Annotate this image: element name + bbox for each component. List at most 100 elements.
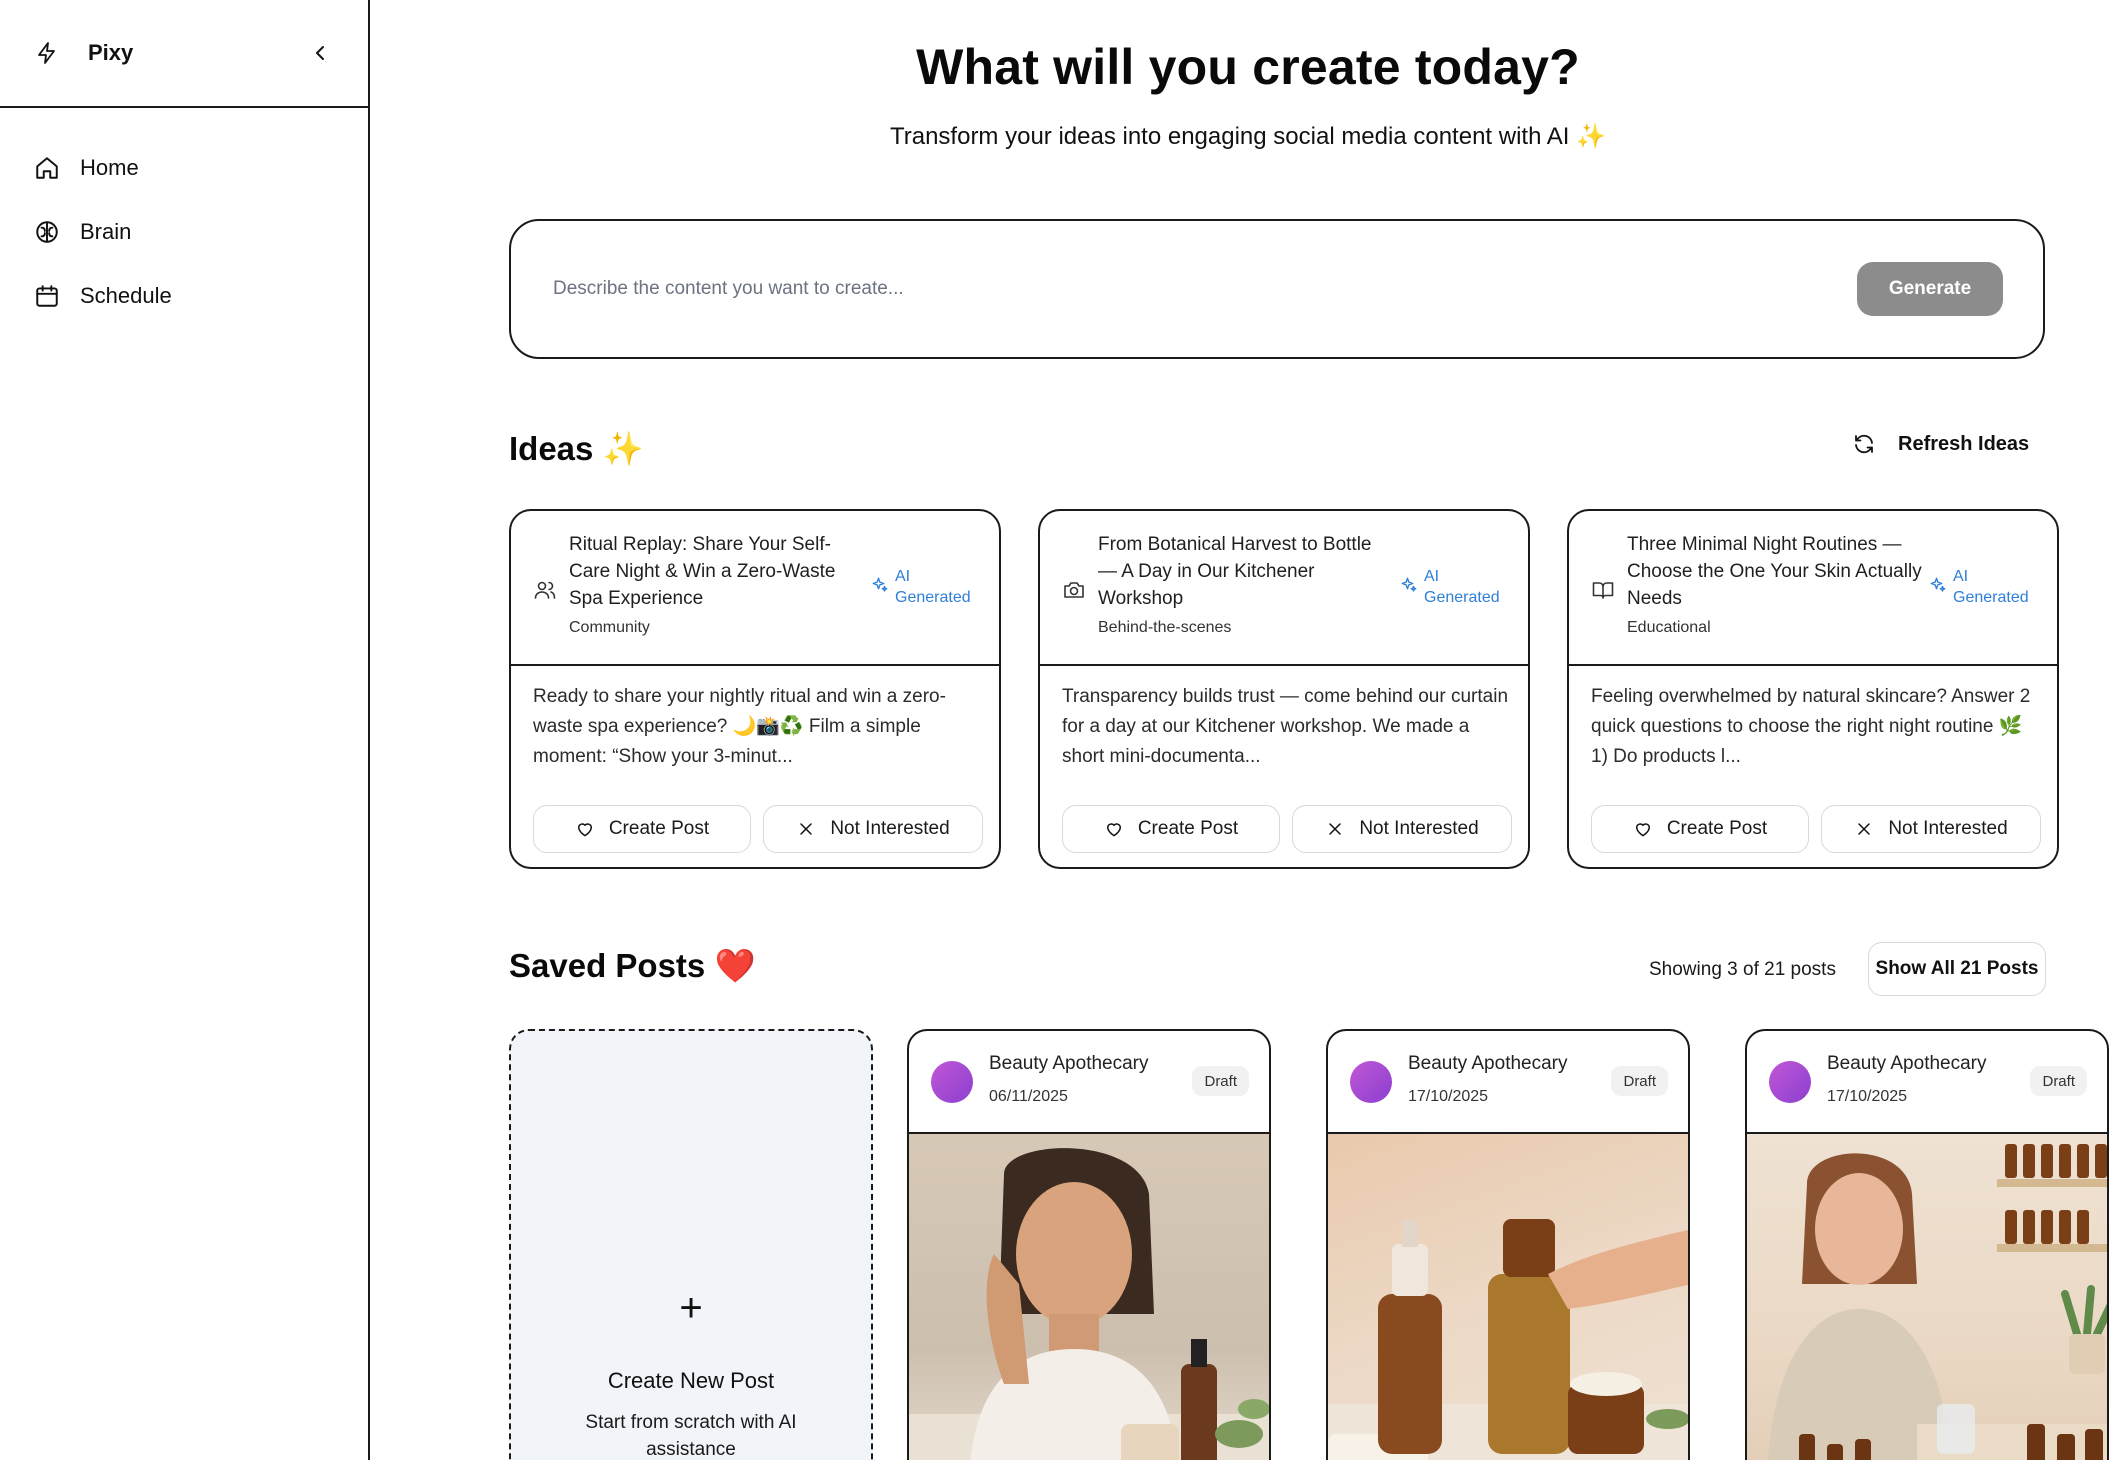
sparkles-icon xyxy=(1930,577,1946,592)
sidebar-item-brain[interactable]: Brain xyxy=(0,200,368,264)
status-badge: Draft xyxy=(2030,1066,2087,1096)
idea-title: Three Minimal Night Routines — Choose th… xyxy=(1627,534,1922,609)
idea-actions: Create Post Not Interested xyxy=(533,805,983,853)
sparkles-icon xyxy=(1401,577,1417,592)
idea-body: Feeling overwhelmed by natural skincare?… xyxy=(1591,686,2031,767)
idea-title: From Botanical Harvest to Bottle — A Day… xyxy=(1098,534,1372,609)
status-badge: Draft xyxy=(1611,1066,1668,1096)
heart-emoji-icon: ❤️ xyxy=(714,947,756,984)
create-post-button[interactable]: Create Post xyxy=(533,805,751,853)
create-new-post-title: Create New Post xyxy=(607,1368,775,1393)
not-interested-button[interactable]: Not Interested xyxy=(1821,805,2041,853)
idea-actions: Create Post Not Interested xyxy=(1062,805,1512,853)
ai-badge-line2: Generated xyxy=(1424,589,1500,606)
posts-count: Showing 3 of 21 posts xyxy=(1649,959,1836,980)
main-content: What will you create today? Transform yo… xyxy=(372,0,2124,1460)
idea-category: Behind-the-scenes xyxy=(1098,619,1232,636)
post-card-header: Beauty Apothecary 17/10/2025 Draft xyxy=(1328,1031,1688,1134)
page-subtitle: Transform your ideas into engaging socia… xyxy=(372,122,2124,151)
idea-card: Ritual Replay: Share Your Self-Care Nigh… xyxy=(509,509,1001,869)
show-all-posts-button[interactable]: Show All 21 Posts xyxy=(1868,942,2046,996)
not-interested-button[interactable]: Not Interested xyxy=(763,805,983,853)
post-card-header: Beauty Apothecary 06/11/2025 Draft xyxy=(909,1031,1269,1134)
sparkle-icon: ✨ xyxy=(1576,123,1607,150)
calendar-icon xyxy=(36,285,58,307)
saved-posts-title: Saved Posts ❤️ xyxy=(509,947,756,986)
sidebar-item-home[interactable]: Home xyxy=(0,136,368,200)
create-post-label: Create Post xyxy=(608,818,710,839)
not-interested-label: Not Interested xyxy=(1888,818,2008,839)
idea-card-header: Ritual Replay: Share Your Self-Care Nigh… xyxy=(511,511,999,666)
post-brand: Beauty Apothecary xyxy=(1408,1053,1568,1074)
idea-card-header: From Botanical Harvest to Bottle — A Day… xyxy=(1040,511,1528,666)
idea-card-header: Three Minimal Night Routines — Choose th… xyxy=(1569,511,2057,666)
create-new-post-subtitle: Start from scratch with AI assistance xyxy=(585,1412,797,1460)
idea-category: Educational xyxy=(1627,619,1711,636)
sidebar-item-label: Schedule xyxy=(80,283,172,308)
idea-title: Ritual Replay: Share Your Self-Care Nigh… xyxy=(569,534,836,609)
avatar xyxy=(1769,1061,1811,1103)
woman-workshop-illustration xyxy=(1768,1144,2107,1460)
post-image xyxy=(1328,1134,1688,1460)
status-badge: Draft xyxy=(1192,1066,1249,1096)
prompt-input[interactable] xyxy=(553,278,1857,300)
idea-card: Three Minimal Night Routines — Choose th… xyxy=(1567,509,2059,869)
post-date: 06/11/2025 xyxy=(989,1088,1068,1105)
refresh-ideas-label: Refresh Ideas xyxy=(1898,432,2030,455)
post-card-header: Beauty Apothecary 17/10/2025 Draft xyxy=(1747,1031,2107,1134)
sidebar-nav: Home Brain Schedule xyxy=(0,108,368,328)
page-title: What will you create today? xyxy=(916,39,1580,95)
sidebar-item-label: Home xyxy=(80,155,139,180)
refresh-ideas-button[interactable]: Refresh Ideas xyxy=(1852,432,2029,456)
sidebar-item-schedule[interactable]: Schedule xyxy=(0,264,368,328)
close-icon xyxy=(1858,823,1871,835)
home-icon xyxy=(36,157,58,179)
lightning-icon xyxy=(34,40,60,66)
close-icon xyxy=(1329,823,1342,835)
collapse-sidebar-button[interactable] xyxy=(300,33,340,73)
post-date: 17/10/2025 xyxy=(1408,1088,1489,1105)
prompt-box: Generate xyxy=(509,219,2045,359)
ai-badge-line1: AI xyxy=(1953,568,1969,585)
woman-thinking-illustration xyxy=(909,1148,1269,1460)
heart-icon xyxy=(1635,823,1650,837)
chevron-left-icon xyxy=(316,46,324,60)
post-brand: Beauty Apothecary xyxy=(1827,1053,1987,1074)
create-post-label: Create Post xyxy=(1137,818,1239,839)
generate-button[interactable]: Generate xyxy=(1857,262,2003,316)
saved-post-card[interactable]: Beauty Apothecary 17/10/2025 Draft xyxy=(1326,1029,1690,1460)
ai-generated-badge: AI Generated xyxy=(1400,566,1500,608)
not-interested-label: Not Interested xyxy=(1359,818,1479,839)
idea-card: From Botanical Harvest to Bottle — A Day… xyxy=(1038,509,1530,869)
idea-actions: Create Post Not Interested xyxy=(1591,805,2041,853)
not-interested-button[interactable]: Not Interested xyxy=(1292,805,1512,853)
book-icon xyxy=(1592,582,1614,599)
create-new-post-tile[interactable]: + Create New Post Start from scratch wit… xyxy=(509,1029,873,1460)
close-icon xyxy=(800,823,813,835)
amber-bottles-illustration xyxy=(1328,1219,1688,1460)
idea-body: Ready to share your nightly ritual and w… xyxy=(533,686,946,767)
subtitle-text: Transform your ideas into engaging socia… xyxy=(889,123,1570,150)
sparkles-icon xyxy=(872,577,888,592)
ai-badge-line1: AI xyxy=(895,568,911,585)
idea-body: Transparency builds trust — come behind … xyxy=(1062,686,1509,767)
avatar xyxy=(1350,1061,1392,1103)
saved-post-card[interactable]: Beauty Apothecary 17/10/2025 Draft xyxy=(1745,1029,2109,1460)
refresh-icon xyxy=(1855,434,1873,454)
create-post-label: Create Post xyxy=(1666,818,1768,839)
create-post-button[interactable]: Create Post xyxy=(1062,805,1280,853)
app-name: Pixy xyxy=(88,40,134,65)
users-icon xyxy=(534,581,556,599)
saved-posts-title-text: Saved Posts xyxy=(509,947,706,984)
post-brand: Beauty Apothecary xyxy=(989,1053,1149,1074)
not-interested-label: Not Interested xyxy=(830,818,950,839)
ai-generated-badge: AI Generated xyxy=(1929,566,2029,608)
post-date: 17/10/2025 xyxy=(1827,1088,1908,1105)
post-image xyxy=(909,1134,1269,1460)
sidebar-item-label: Brain xyxy=(80,219,132,244)
avatar xyxy=(931,1061,973,1103)
sparkle-icon: ✨ xyxy=(602,430,644,467)
idea-category: Community xyxy=(569,619,650,636)
saved-post-card[interactable]: Beauty Apothecary 06/11/2025 Draft xyxy=(907,1029,1271,1460)
create-post-button[interactable]: Create Post xyxy=(1591,805,1809,853)
